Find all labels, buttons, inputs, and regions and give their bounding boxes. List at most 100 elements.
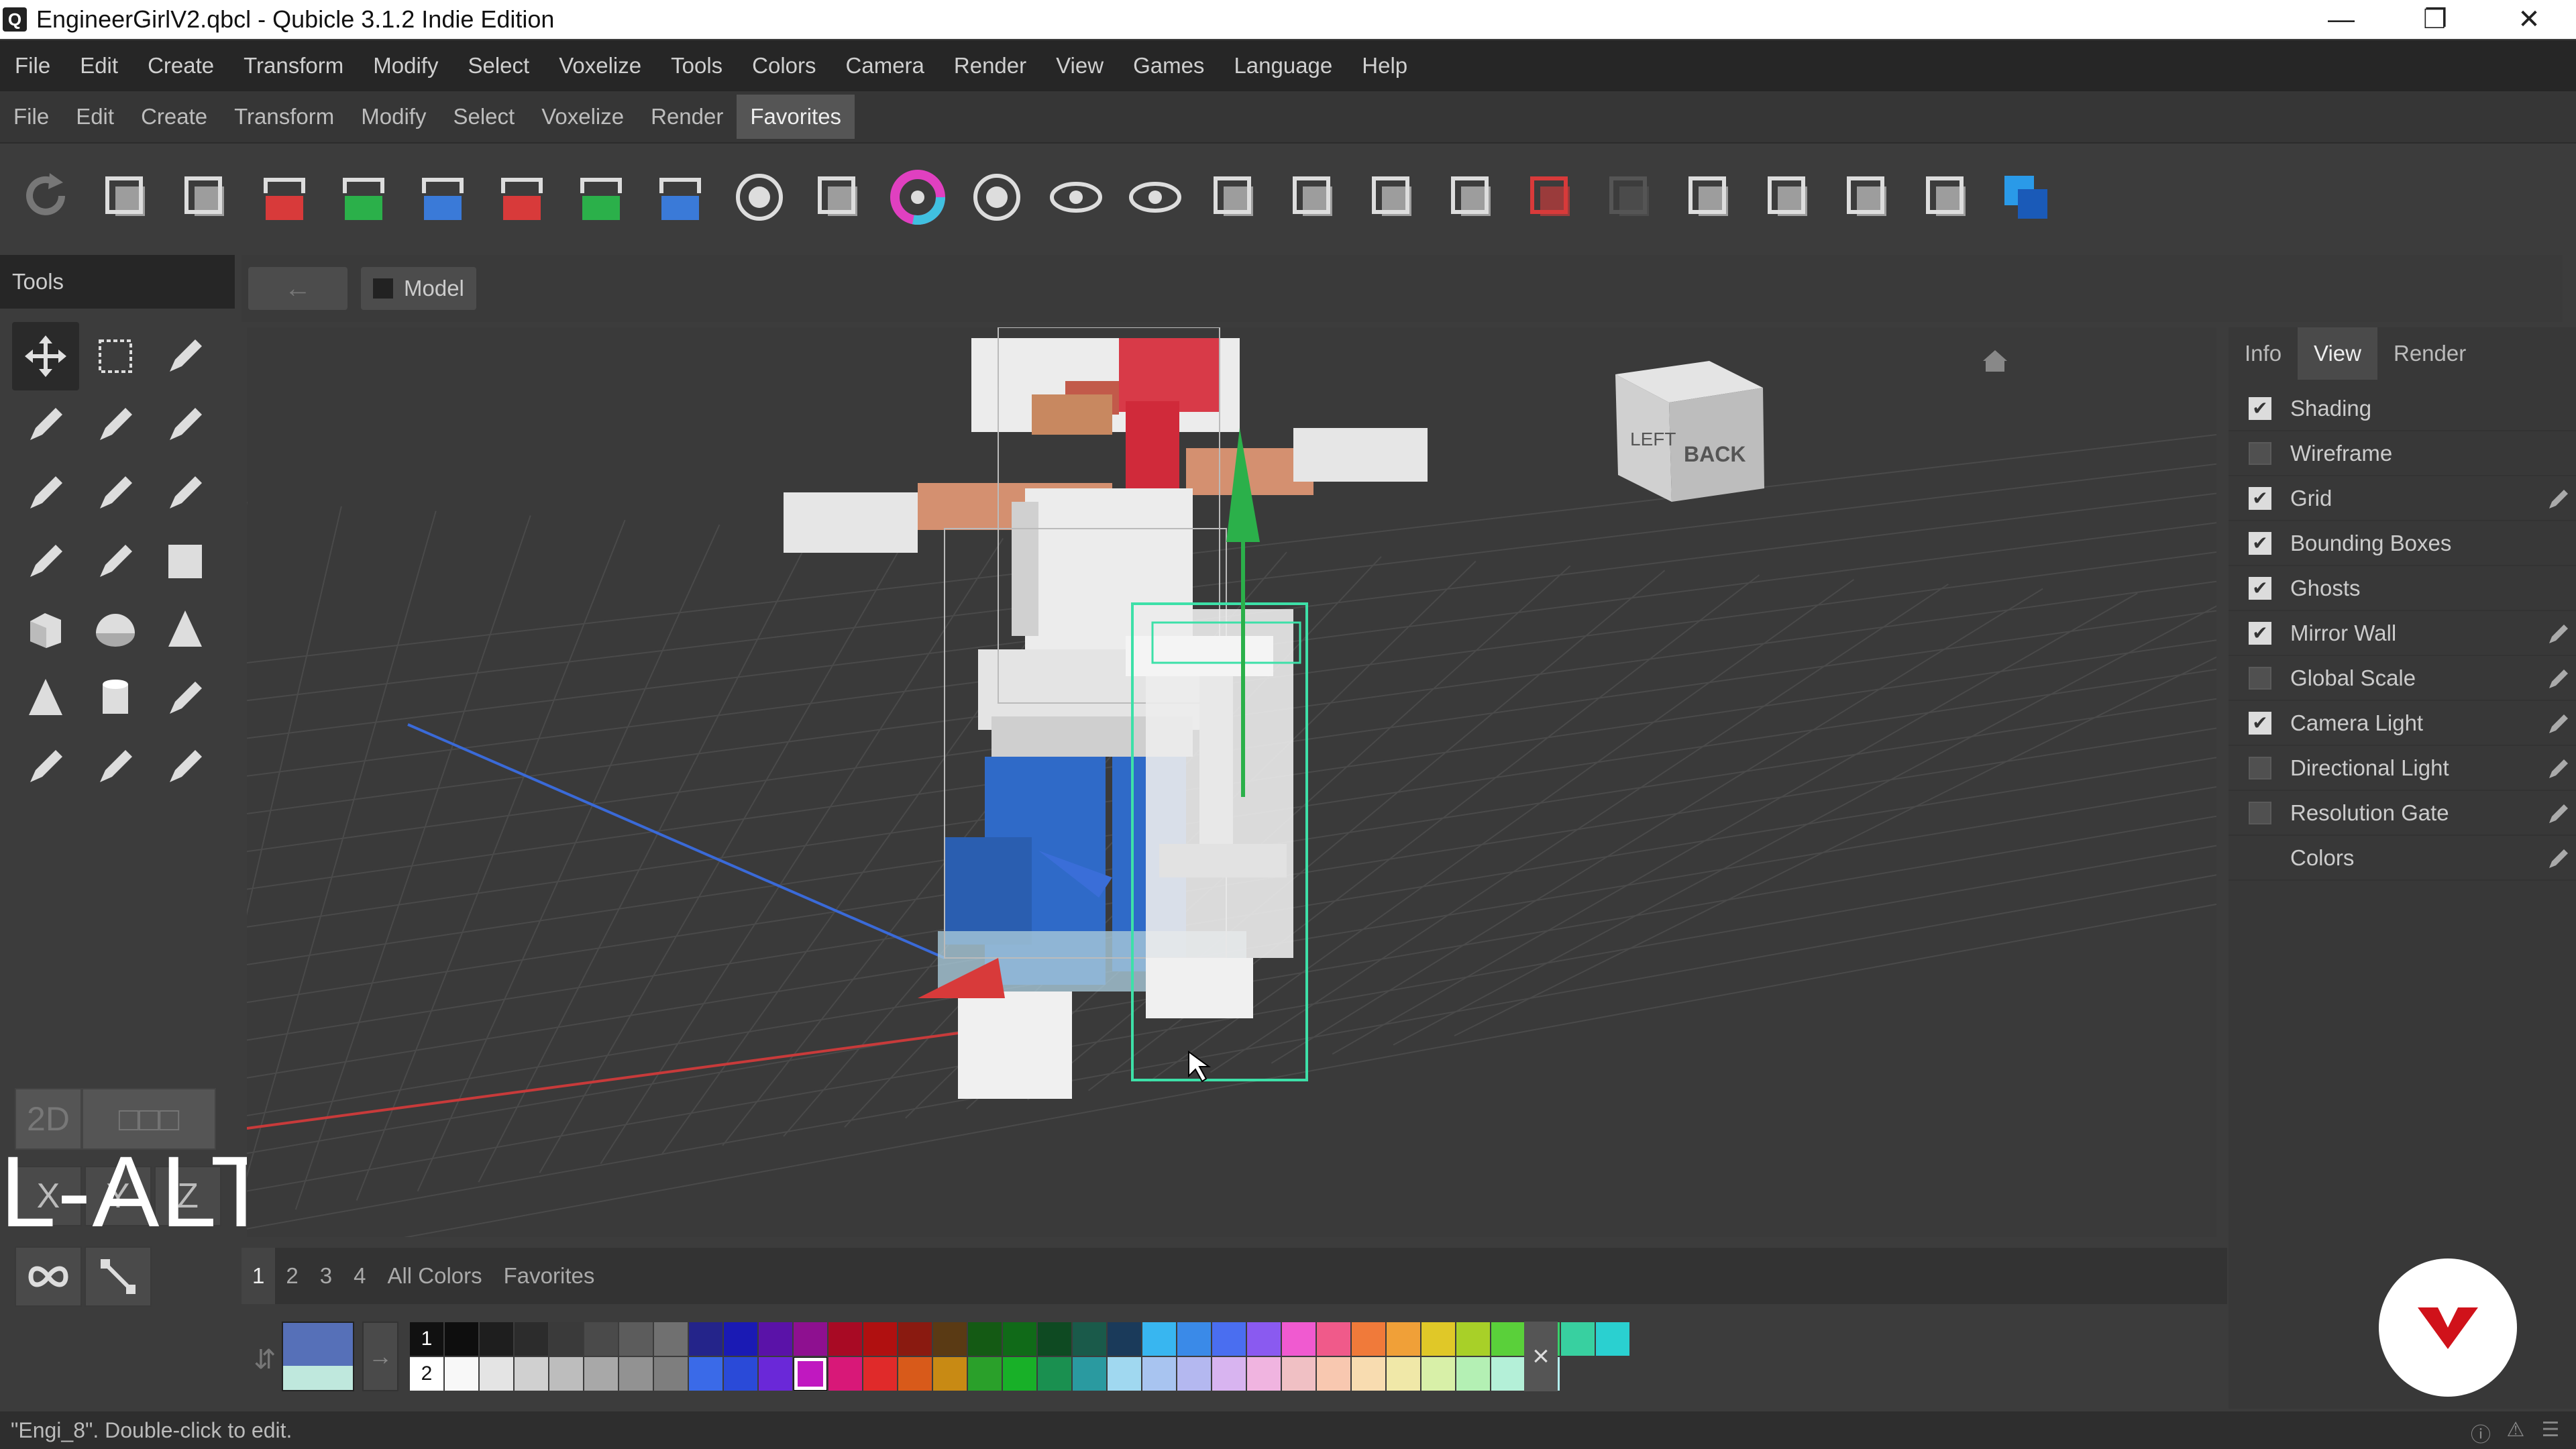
fullscreen-icon[interactable] <box>1911 161 1983 233</box>
grow-icon[interactable] <box>82 733 149 801</box>
swap-colors-icon[interactable]: ⇵ <box>254 1344 276 1375</box>
close-window-button[interactable]: ✕ <box>2482 0 2576 39</box>
color-swatch[interactable] <box>1142 1357 1176 1391</box>
color-swatch[interactable] <box>828 1357 862 1391</box>
menu2-edit[interactable]: Edit <box>62 91 127 142</box>
color-swatch[interactable] <box>1561 1322 1595 1356</box>
color-swatch[interactable] <box>1456 1357 1490 1391</box>
show-icon[interactable] <box>1040 161 1112 233</box>
tab-info[interactable]: Info <box>2229 327 2298 380</box>
color-swatch[interactable] <box>759 1322 792 1356</box>
mirror-y-icon[interactable] <box>327 161 400 233</box>
color-swatch[interactable] <box>689 1322 722 1356</box>
pencil-icon[interactable] <box>12 390 79 459</box>
color-swatch[interactable] <box>1282 1322 1316 1356</box>
menu-create[interactable]: Create <box>133 40 229 91</box>
color-swatch[interactable] <box>480 1357 513 1391</box>
boolean-icon[interactable] <box>1515 161 1587 233</box>
menu-tools[interactable]: Tools <box>656 40 737 91</box>
mirror-z-icon[interactable] <box>407 161 479 233</box>
color-swatch[interactable] <box>1317 1322 1350 1356</box>
home-view-icon[interactable] <box>1983 350 2007 372</box>
color-swatch[interactable] <box>1491 1357 1525 1391</box>
merge-icon[interactable] <box>802 161 875 233</box>
marquee-select-icon[interactable] <box>82 322 149 390</box>
global-scale-checkbox[interactable] <box>2249 666 2271 690</box>
menu-edit[interactable]: Edit <box>65 40 133 91</box>
stairs-icon[interactable] <box>152 664 219 733</box>
palette-tab-2[interactable]: 2 <box>275 1248 309 1304</box>
edit-pencil-icon[interactable] <box>2545 486 2572 513</box>
color-swatch[interactable] <box>1317 1357 1350 1391</box>
color-swatch[interactable] <box>1003 1357 1036 1391</box>
menu-colors[interactable]: Colors <box>737 40 830 91</box>
option-ghosts[interactable]: Ghosts <box>2229 566 2576 611</box>
color-swatch[interactable] <box>1003 1322 1036 1356</box>
color-swatch[interactable] <box>1456 1322 1490 1356</box>
hollow-icon[interactable] <box>961 161 1033 233</box>
color-swatch[interactable] <box>1212 1322 1246 1356</box>
color-swatch[interactable] <box>898 1357 932 1391</box>
color-swatch[interactable] <box>445 1322 478 1356</box>
symmetry-icon[interactable] <box>1436 161 1508 233</box>
directional-light-checkbox[interactable] <box>2249 756 2271 780</box>
color-swatch[interactable] <box>619 1357 653 1391</box>
back-button[interactable]: ← <box>248 267 347 310</box>
option-shading[interactable]: Shading <box>2229 386 2576 431</box>
color-swatch[interactable] <box>1421 1322 1455 1356</box>
view-cube[interactable]: LEFT BACK <box>1615 361 1764 502</box>
menu2-favorites[interactable]: Favorites <box>737 95 855 139</box>
info-icon[interactable]: ⓘ <box>2469 1418 2493 1446</box>
mirror-x-icon[interactable] <box>248 161 321 233</box>
option-colors[interactable]: Colors <box>2229 836 2576 881</box>
secondary-color-swatch[interactable] <box>283 1366 353 1390</box>
menu-icon[interactable]: ☰ <box>2538 1418 2563 1442</box>
color-swatch[interactable] <box>968 1322 1002 1356</box>
color-swatch[interactable] <box>1247 1322 1281 1356</box>
menu-help[interactable]: Help <box>1347 40 1422 91</box>
warning-icon[interactable]: ⚠ <box>2504 1418 2528 1442</box>
magic-wand-icon[interactable] <box>152 459 219 527</box>
current-colors[interactable] <box>282 1322 354 1391</box>
option-global-scale[interactable]: Global Scale <box>2229 656 2576 701</box>
cube-icon[interactable] <box>12 596 79 664</box>
edit-pencil-icon[interactable] <box>2545 665 2572 692</box>
menu-voxelize[interactable]: Voxelize <box>544 40 656 91</box>
flip-y-icon[interactable] <box>565 161 637 233</box>
infinity-icon[interactable] <box>15 1246 82 1307</box>
color-wheel-icon[interactable] <box>881 161 954 233</box>
color-swatch[interactable] <box>1421 1357 1455 1391</box>
color-swatch[interactable] <box>1108 1322 1141 1356</box>
brush-icon[interactable] <box>12 459 79 527</box>
cube-icon[interactable] <box>1752 161 1825 233</box>
redo-icon[interactable] <box>11 161 83 233</box>
tab-render[interactable]: Render <box>2377 327 2482 380</box>
color-swatch[interactable] <box>1387 1357 1420 1391</box>
character-model[interactable] <box>784 327 1428 1099</box>
paint-select-icon[interactable] <box>12 733 79 801</box>
color-swatch[interactable] <box>654 1357 688 1391</box>
palette-arrow-button[interactable]: → <box>362 1322 398 1391</box>
color-swatch[interactable] <box>1282 1357 1316 1391</box>
wireframe-checkbox[interactable] <box>2249 441 2271 465</box>
color-swatch[interactable] <box>445 1357 478 1391</box>
cylinder-icon[interactable] <box>82 664 149 733</box>
mirror-wall-checkbox[interactable] <box>2249 621 2271 645</box>
color-swatch[interactable] <box>1212 1357 1246 1391</box>
rectangle-icon[interactable] <box>152 527 219 596</box>
color-swatch[interactable] <box>584 1357 618 1391</box>
center-icon[interactable] <box>723 161 796 233</box>
color-swatch[interactable] <box>689 1357 722 1391</box>
color-swatch[interactable] <box>654 1322 688 1356</box>
menu2-select[interactable]: Select <box>439 91 528 142</box>
option-wireframe[interactable]: Wireframe <box>2229 431 2576 476</box>
color-swatch[interactable] <box>759 1357 792 1391</box>
shading-checkbox[interactable] <box>2249 396 2271 420</box>
color-swatch[interactable] <box>863 1357 897 1391</box>
menu-view[interactable]: View <box>1041 40 1118 91</box>
fit-icon[interactable] <box>1831 161 1904 233</box>
primary-color-swatch[interactable] <box>283 1323 353 1366</box>
color-swatch[interactable] <box>1596 1322 1629 1356</box>
color-swatch[interactable] <box>1038 1357 1071 1391</box>
menu2-create[interactable]: Create <box>127 91 221 142</box>
